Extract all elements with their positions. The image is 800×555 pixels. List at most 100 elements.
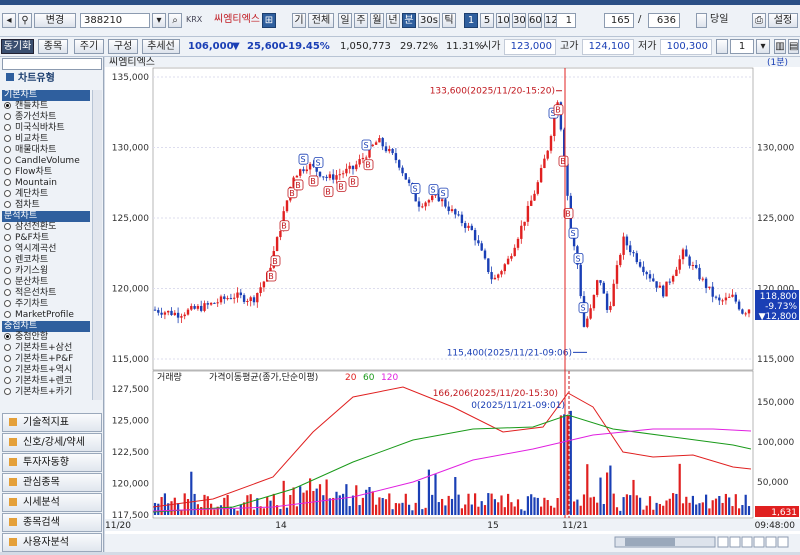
chart-type-option[interactable]: 카기스윙 [4,266,48,277]
config-button[interactable]: 구성 [108,39,138,54]
radio-icon[interactable] [4,344,11,351]
radio-icon[interactable] [4,201,11,208]
period-3-button[interactable]: 년 [386,13,400,28]
chart-type-option[interactable]: 미국식바차트 [4,123,65,134]
interval-2-button[interactable]: 10 [496,13,510,28]
menu-item[interactable]: 사용자분석 [2,533,102,552]
settings-button[interactable]: 설정 [768,13,798,28]
chart-type-option[interactable]: Mountain [4,178,57,189]
chart-layout-icon[interactable] [716,39,728,54]
magnifier-icon[interactable]: ⌕ [168,13,182,28]
menu-item[interactable]: 투자자동향 [2,453,102,472]
chart-type-option[interactable]: CandleVolume [4,156,80,167]
chart-type-option[interactable]: 적은선차트 [4,288,56,299]
radio-icon[interactable] [4,135,11,142]
chart-type-option[interactable]: 중첩안함 [4,332,48,343]
item-button[interactable]: 종목 [38,39,68,54]
radio-icon[interactable] [4,168,11,175]
period-button[interactable]: 주기 [74,39,104,54]
chart-type-option[interactable]: 기본차트+렌코 [4,376,72,387]
period-5-button[interactable]: 30s [418,13,440,28]
radio-icon[interactable] [4,278,11,285]
chart-area[interactable]: 씨엠티엑스 (1분) 135,000 130,000 125,000 120,000 115… [105,56,800,552]
radio-icon[interactable] [4,124,11,131]
radio-icon[interactable] [4,289,11,296]
radio-icon[interactable] [4,223,11,230]
menu-item[interactable]: 관심종목 [2,473,102,492]
chart-type-option[interactable]: 렌코차트 [4,255,48,266]
chart-type-option[interactable]: 캔들차트 [4,101,48,112]
interval-4-button[interactable]: 60 [528,13,542,28]
chart-type-option[interactable]: 삼선전환도 [4,222,56,233]
stock-code-input[interactable]: 388210 [80,13,150,28]
change-button[interactable]: 변경 [34,13,76,28]
radio-icon[interactable] [4,366,11,373]
range-input[interactable]: 165 [604,13,634,28]
interval-1-button[interactable]: 5 [480,13,494,28]
radio-icon[interactable] [4,377,11,384]
chevron-down-icon[interactable]: ▾ [152,13,166,28]
chart-type-option[interactable]: 종가선차트 [4,112,56,123]
chart-type-option[interactable]: 주기차트 [4,299,48,310]
chevron-left-icon[interactable]: ◂ [2,13,16,28]
option-label: 삼선전환도 [15,222,57,232]
chart-type-option[interactable]: 기본차트+삼선 [4,343,72,354]
stock-info-icon[interactable]: ⊞ [262,13,276,28]
period-4-button[interactable]: 분 [402,13,416,28]
volume-bar [705,494,708,515]
radio-icon[interactable] [4,388,11,395]
chart-type-option[interactable]: Flow차트 [4,167,52,178]
sync-button[interactable]: 동기화 [1,39,34,54]
radio-icon[interactable] [4,146,11,153]
radio-icon[interactable] [4,179,11,186]
radio-icon[interactable] [4,311,11,318]
chart-type-option[interactable]: 분산차트 [4,277,48,288]
chart-type-option[interactable]: MarketProfile [4,310,74,321]
period-6-button[interactable]: 틱 [442,13,456,28]
interval-3-button[interactable]: 30 [512,13,526,28]
today-checkbox[interactable] [696,13,707,28]
period-0-button[interactable]: 일 [338,13,352,28]
chart-type-option[interactable]: 기본차트+P&F [4,354,73,365]
all-button[interactable]: 전체 [308,13,334,28]
radio-icon[interactable] [4,190,11,197]
chart-type-option[interactable]: 기본차트+역시 [4,365,72,376]
radio-icon[interactable] [4,157,11,164]
radio-icon[interactable] [4,355,11,362]
menu-item[interactable]: 종목검색 [2,513,102,532]
chart-type-option[interactable]: 기본차트+카기 [4,387,72,398]
radio-icon[interactable] [4,267,11,274]
radio-icon[interactable] [4,234,11,241]
chevron-down-icon[interactable]: ▾ [756,39,770,54]
menu-item[interactable]: 신호/강세/약세 [2,433,102,452]
trendline-button[interactable]: 추세선 [142,39,180,54]
radio-icon[interactable] [4,113,11,120]
period-1-button[interactable]: 주 [354,13,368,28]
panel-scrollbar[interactable] [92,90,102,400]
volume-bar [266,496,269,515]
chart-split-icon[interactable]: ▥ [774,39,786,54]
period-2-button[interactable]: 월 [370,13,384,28]
chart-type-option[interactable]: P&F차트 [4,233,49,244]
chart-type-option[interactable]: 비교차트 [4,134,48,145]
chart-type-option[interactable]: 매물대차트 [4,145,56,156]
chart-type-option[interactable]: 점차트 [4,200,40,211]
radio-icon[interactable] [4,300,11,307]
price-chart[interactable]: 씨엠티엑스 (1분) 135,000 130,000 125,000 120,000 115… [105,56,800,552]
radio-icon[interactable] [4,256,11,263]
interval-0-button[interactable]: 1 [464,13,478,28]
chart-type-option[interactable]: 역시계곡선 [4,244,56,255]
menu-item[interactable]: 기술적지표 [2,413,102,432]
chart-type-option[interactable]: 계단차트 [4,189,48,200]
chart-option-icon[interactable]: ▤ [788,39,799,54]
radio-icon[interactable] [4,102,11,109]
menu-item[interactable]: 시세분석 [2,493,102,512]
print-icon[interactable]: ⎙ [752,13,766,28]
radio-icon[interactable] [4,333,11,340]
stock-search-icon[interactable]: ⚲ [18,13,32,28]
chart-count-select[interactable]: 1 [730,39,754,54]
panel-search-input[interactable] [2,58,102,70]
count-input[interactable]: 1 [556,13,576,28]
radio-icon[interactable] [4,245,11,252]
tool-button[interactable]: 기 [292,13,306,28]
